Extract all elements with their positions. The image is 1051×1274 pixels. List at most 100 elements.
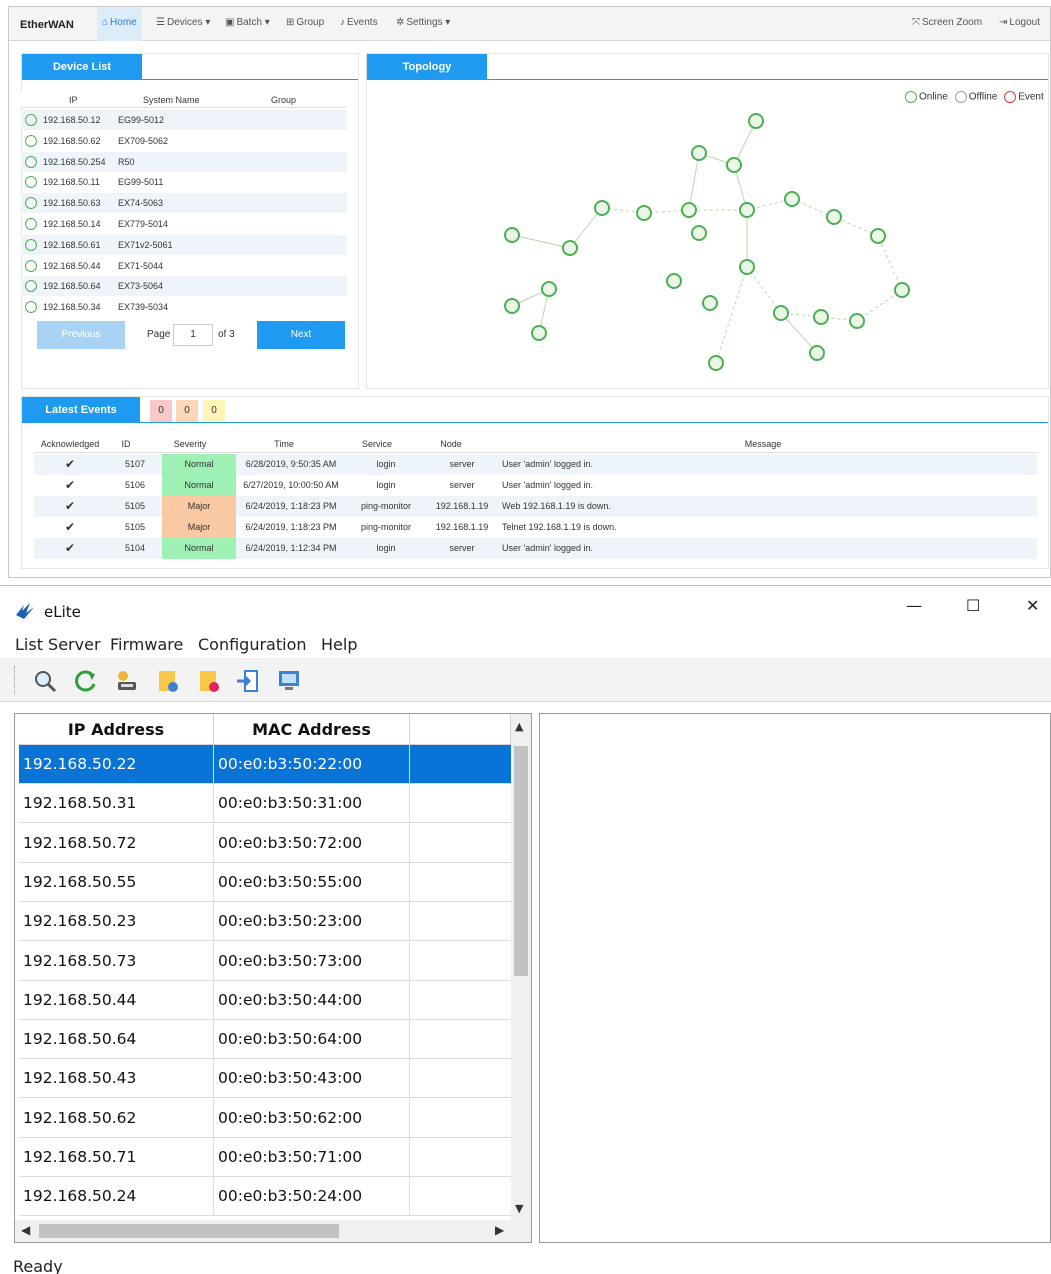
topology-node-icon[interactable] (849, 313, 865, 329)
close-button[interactable]: ✕ (1026, 596, 1039, 615)
scroll-left-icon[interactable]: ◀ (21, 1223, 30, 1237)
event-row[interactable]: ✔ 5105 Major 6/24/2019, 1:18:23 PM ping-moni… (34, 517, 1037, 538)
device-grid-row[interactable]: 192.168.50.43 00:e0:b3:50:43:00 (19, 1059, 511, 1099)
topology-node-icon[interactable] (708, 355, 724, 371)
device-row[interactable]: 192.168.50.44 EX71-5044 (21, 256, 347, 276)
device-row[interactable]: 192.168.50.34 EX739-5034 (21, 297, 347, 317)
topology-node-icon[interactable] (739, 202, 755, 218)
event-row[interactable]: ✔ 5105 Major 6/24/2019, 1:18:23 PM ping-moni… (34, 496, 1037, 517)
page-input[interactable]: 1 (173, 324, 213, 346)
device-grid-row[interactable]: 192.168.50.55 00:e0:b3:50:55:00 (19, 862, 511, 902)
device-row[interactable]: 192.168.50.62 EX709-5062 (21, 131, 347, 151)
topology-node-icon[interactable] (784, 191, 800, 207)
maximize-button[interactable]: ☐ (966, 596, 980, 615)
menu-configuration[interactable]: Configuration (198, 635, 307, 654)
vertical-scrollbar[interactable]: ▲ ▼ (511, 714, 531, 1220)
refresh-icon[interactable] (73, 668, 99, 694)
device-row[interactable]: 192.168.50.254 R50 (21, 151, 347, 172)
menu-list-server[interactable]: List Server (15, 635, 101, 654)
device-grid-row[interactable]: 192.168.50.23 00:e0:b3:50:23:00 (19, 902, 511, 942)
col-ip-address[interactable]: IP Address (19, 714, 214, 745)
minimize-button[interactable]: — (906, 596, 922, 615)
device-ip: 192.168.50.63 (43, 198, 101, 209)
folder-delete-icon[interactable] (196, 668, 222, 694)
event-time: 6/24/2019, 1:18:23 PM (245, 501, 337, 511)
topology-node-icon[interactable] (636, 205, 652, 221)
device-grid-row[interactable]: 192.168.50.31 00:e0:b3:50:31:00 (19, 784, 511, 824)
scroll-up-icon[interactable]: ▲ (515, 720, 523, 733)
device-row[interactable]: 192.168.50.12 EG99-5012 (21, 110, 347, 130)
tab-topology[interactable]: Topology (367, 54, 487, 80)
topology-node-icon[interactable] (813, 309, 829, 325)
key-icon[interactable] (114, 668, 140, 694)
topology-node-icon[interactable] (541, 281, 557, 297)
grid-ip: 192.168.50.73 (19, 941, 214, 981)
topology-node-icon[interactable] (870, 228, 886, 244)
import-icon[interactable] (235, 668, 261, 694)
device-grid-row[interactable]: 192.168.50.24 00:e0:b3:50:24:00 (19, 1177, 511, 1217)
device-grid-row[interactable]: 192.168.50.64 00:e0:b3:50:64:00 (19, 1020, 511, 1060)
topology-node-icon[interactable] (726, 157, 742, 173)
event-row[interactable]: ✔ 5107 Normal 6/28/2019, 9:50:35 AM login ser… (34, 454, 1037, 475)
topology-node-icon[interactable] (531, 325, 547, 341)
topology-node-icon[interactable] (826, 209, 842, 225)
grid-ip: 192.168.50.44 (19, 980, 214, 1020)
device-grid-row[interactable]: 192.168.50.72 00:e0:b3:50:72:00 (19, 823, 511, 863)
monitor-icon[interactable] (276, 668, 302, 694)
topology-node-icon[interactable] (702, 295, 718, 311)
menu-firmware[interactable]: Firmware (110, 635, 183, 654)
next-button[interactable]: Next (257, 321, 345, 349)
nav-logout[interactable]: ⇥ Logout (994, 7, 1045, 41)
topology-node-icon[interactable] (666, 273, 682, 289)
device-name: EG99-5011 (118, 177, 164, 188)
topology-node-icon[interactable] (691, 145, 707, 161)
nav-devices[interactable]: ☰ Devices ▾ (151, 7, 215, 41)
device-row[interactable]: 192.168.50.61 EX71v2-5061 (21, 234, 347, 255)
device-grid-row[interactable]: 192.168.50.22 00:e0:b3:50:22:00 (19, 745, 511, 784)
device-grid[interactable]: IP Address MAC Address 192.168.50.22 00:e… (14, 713, 532, 1243)
folder-upload-icon[interactable] (155, 668, 181, 694)
nav-screen-zoom[interactable]: ⤧ Screen Zoom (907, 7, 987, 41)
topology-node-icon[interactable] (504, 227, 520, 243)
topology-node-icon[interactable] (748, 113, 764, 129)
event-row[interactable]: ✔ 5104 Normal 6/24/2019, 1:12:34 PM login ser… (34, 538, 1037, 559)
scroll-down-icon[interactable]: ▼ (515, 1202, 523, 1215)
topology-node-icon[interactable] (691, 225, 707, 241)
topology-node-icon[interactable] (894, 282, 910, 298)
tab-latest-events[interactable]: Latest Events (22, 397, 140, 423)
device-grid-row[interactable]: 192.168.50.71 00:e0:b3:50:71:00 (19, 1138, 511, 1177)
grid-ip: 192.168.50.71 (19, 1138, 214, 1177)
nav-events[interactable]: ♪ Events (335, 7, 383, 41)
previous-button[interactable]: Previous (37, 321, 125, 349)
topology-node-icon[interactable] (562, 240, 578, 256)
topology-node-icon[interactable] (739, 259, 755, 275)
horizontal-scroll-thumb[interactable] (39, 1224, 339, 1238)
topology-node-icon[interactable] (773, 305, 789, 321)
device-grid-row[interactable]: 192.168.50.44 00:e0:b3:50:44:00 (19, 980, 511, 1020)
horizontal-scrollbar[interactable]: ◀ ▶ (15, 1220, 531, 1242)
menu-help[interactable]: Help (321, 635, 357, 654)
nav-batch[interactable]: ▣ Batch ▾ (220, 7, 275, 41)
topology-graph[interactable] (366, 107, 1049, 387)
nav-home[interactable]: ⌂ Home (97, 7, 142, 41)
topology-node-icon[interactable] (594, 200, 610, 216)
device-grid-row[interactable]: 192.168.50.73 00:e0:b3:50:73:00 (19, 941, 511, 981)
event-row[interactable]: ✔ 5106 Normal 6/27/2019, 10:00:50 AM login se… (34, 475, 1037, 496)
nav-settings[interactable]: ✲ Settings ▾ (391, 7, 455, 41)
device-row[interactable]: 192.168.50.63 EX74-5063 (21, 193, 347, 214)
event-time: 6/24/2019, 1:12:34 PM (245, 543, 337, 553)
topology-node-icon[interactable] (504, 298, 520, 314)
topology-node-icon[interactable] (809, 345, 825, 361)
scroll-right-icon[interactable]: ▶ (495, 1223, 504, 1237)
nav-group[interactable]: ⊞ Group (281, 7, 329, 41)
topology-node-icon[interactable] (681, 202, 697, 218)
device-grid-row[interactable]: 192.168.50.62 00:e0:b3:50:62:00 (19, 1098, 511, 1138)
device-row[interactable]: 192.168.50.11 EG99-5011 (21, 172, 347, 192)
critical-count-badge: 0 (150, 400, 172, 422)
search-icon[interactable] (32, 668, 58, 694)
device-row[interactable]: 192.168.50.64 EX73-5064 (21, 276, 347, 297)
col-mac-address[interactable]: MAC Address (214, 714, 410, 745)
vertical-scroll-thumb[interactable] (514, 746, 528, 976)
tab-device-list[interactable]: Device List (22, 54, 142, 80)
device-row[interactable]: 192.168.50.14 EX779-5014 (21, 214, 347, 234)
